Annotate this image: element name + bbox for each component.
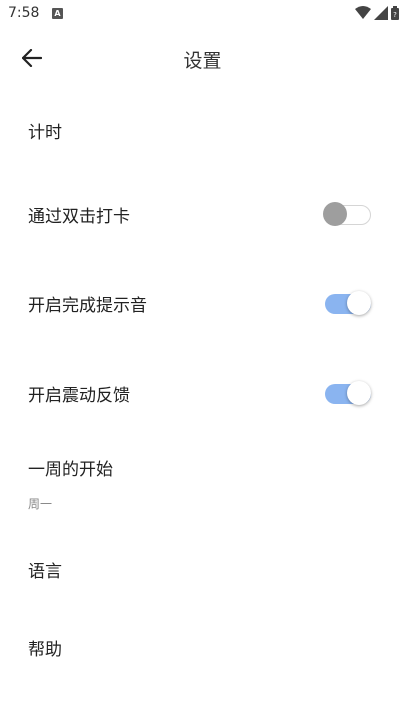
battery-icon: ? (391, 6, 399, 20)
setting-vibration-feedback-label: 开启震动反馈 (28, 386, 130, 406)
setting-completion-sound[interactable]: 开启完成提示音 (0, 272, 405, 334)
setting-language[interactable]: 语言 (0, 540, 405, 600)
svg-text:?: ? (393, 11, 397, 19)
setting-vibration-feedback[interactable]: 开启震动反馈 (0, 362, 405, 424)
setting-language-label: 语言 (28, 562, 62, 582)
setting-double-tap-checkin[interactable]: 通过双击打卡 (0, 182, 405, 244)
double-tap-checkin-toggle[interactable] (323, 198, 373, 226)
wifi-icon (355, 6, 371, 19)
setting-double-tap-checkin-label: 通过双击打卡 (28, 207, 130, 227)
toggle-thumb (323, 202, 347, 226)
setting-timer-label: 计时 (28, 123, 62, 143)
notification-icon: A (52, 8, 63, 19)
setting-help-label: 帮助 (28, 640, 62, 660)
signal-icon (374, 6, 388, 20)
status-bar: 7:58 A ? (0, 0, 405, 28)
vibration-feedback-toggle[interactable] (323, 377, 373, 405)
status-time: 7:58 (8, 5, 40, 21)
setting-help[interactable]: 帮助 (0, 618, 405, 678)
setting-week-start[interactable]: 一周的开始 周一 (0, 440, 405, 520)
toggle-thumb (347, 291, 371, 315)
page-title: 设置 (183, 50, 222, 72)
setting-week-start-value: 周一 (28, 497, 53, 511)
toggle-thumb (347, 381, 371, 405)
setting-timer[interactable]: 计时 (0, 100, 405, 160)
setting-week-start-label: 一周的开始 (28, 460, 113, 480)
setting-completion-sound-label: 开启完成提示音 (28, 296, 147, 316)
app-bar: 设置 (0, 28, 405, 88)
status-icons: ? (355, 6, 399, 20)
completion-sound-toggle[interactable] (323, 287, 373, 315)
